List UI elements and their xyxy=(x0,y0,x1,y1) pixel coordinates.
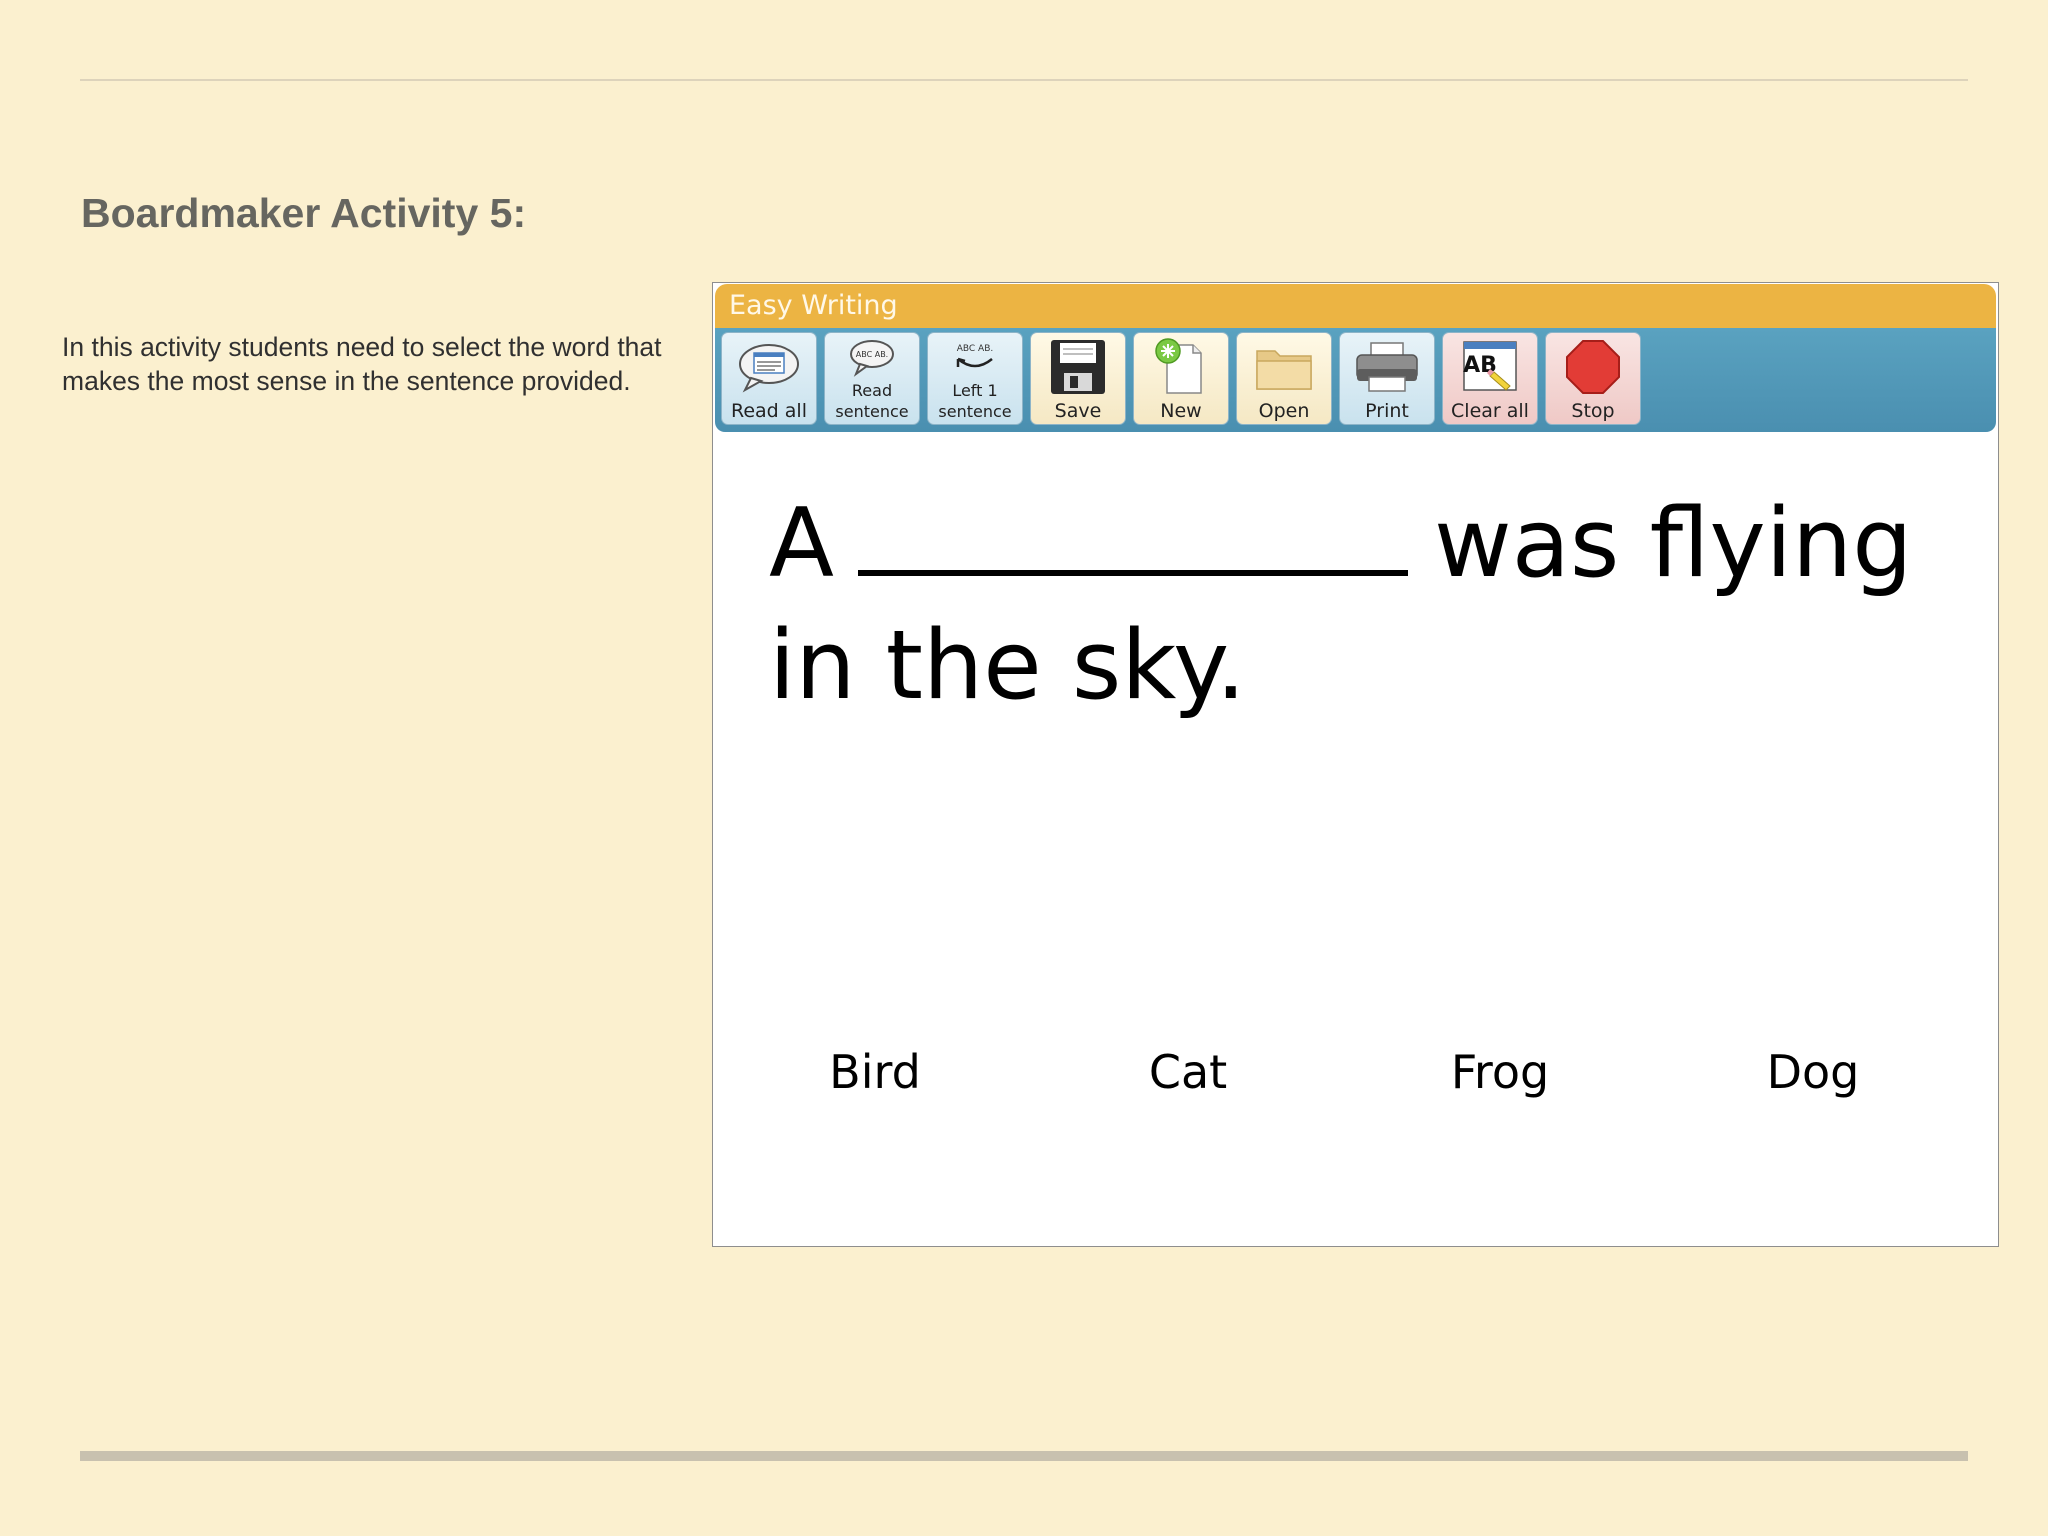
folder-icon xyxy=(1256,350,1312,390)
top-divider xyxy=(80,79,1968,81)
left-1-sentence-label-line1: Left 1 xyxy=(952,381,998,400)
read-sentence-label-line2: sentence xyxy=(835,402,909,421)
open-button[interactable]: Open xyxy=(1236,332,1332,425)
choice-frog[interactable]: Frog xyxy=(1390,1045,1610,1099)
left-1-sentence-button[interactable]: ABC AB. Left 1 sentence xyxy=(927,332,1023,425)
clear-eraser-icon: AB xyxy=(1463,341,1517,391)
left-sentence-icon-text: ABC AB. xyxy=(957,344,994,354)
choice-cat[interactable]: Cat xyxy=(1078,1045,1298,1099)
slide-title: Boardmaker Activity 5: xyxy=(81,190,527,236)
print-button[interactable]: Print xyxy=(1339,332,1435,425)
easy-writing-window: Easy Writing Read all ABC AB. Read sente… xyxy=(712,282,1999,1247)
toolbar: Read all ABC AB. Read sentence ABC AB. L… xyxy=(715,328,1996,432)
stop-button[interactable]: Stop xyxy=(1545,332,1641,425)
print-label: Print xyxy=(1365,400,1409,422)
read-all-button[interactable]: Read all xyxy=(721,332,817,425)
sentence-start: A xyxy=(769,489,834,599)
choice-dog[interactable]: Dog xyxy=(1703,1045,1923,1099)
printer-icon xyxy=(1356,342,1418,392)
slide-description: In this activity students need to select… xyxy=(62,332,662,396)
left-1-sentence-label-line2: sentence xyxy=(938,402,1012,421)
new-document-icon xyxy=(1155,338,1202,394)
read-sentence-icon-text: ABC AB. xyxy=(856,350,888,359)
clear-all-label: Clear all xyxy=(1451,400,1529,422)
new-label: New xyxy=(1160,400,1202,422)
bottom-divider xyxy=(80,1451,1968,1461)
choice-bird[interactable]: Bird xyxy=(765,1045,985,1099)
floppy-disk-icon xyxy=(1051,340,1105,394)
stop-label: Stop xyxy=(1571,400,1615,422)
read-sentence-button[interactable]: ABC AB. Read sentence xyxy=(824,332,920,425)
save-label: Save xyxy=(1054,400,1102,422)
read-all-label: Read all xyxy=(731,400,807,422)
speech-bubble-icon: ABC AB. xyxy=(850,340,894,377)
stop-sign-icon xyxy=(1566,340,1620,394)
new-button[interactable]: New xyxy=(1133,332,1229,425)
read-sentence-label-line1: Read xyxy=(851,381,893,400)
answer-blank[interactable] xyxy=(858,490,1408,576)
window-titlebar: Easy Writing xyxy=(715,284,1996,328)
sentence-area: Awas flying in the sky. xyxy=(769,483,1949,727)
arrow-left-curve-icon: ABC AB. xyxy=(957,344,994,368)
speech-bubble-icon xyxy=(739,344,799,393)
clear-all-button[interactable]: AB Clear all xyxy=(1442,332,1538,425)
open-label: Open xyxy=(1258,400,1310,422)
save-button[interactable]: Save xyxy=(1030,332,1126,425)
window-title: Easy Writing xyxy=(729,290,898,321)
